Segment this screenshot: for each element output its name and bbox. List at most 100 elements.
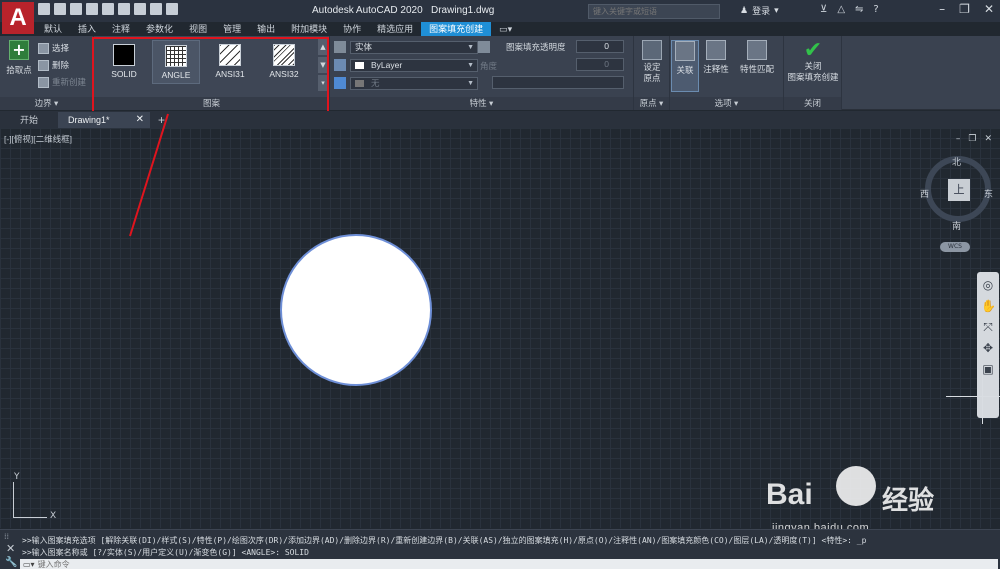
pick-point-button[interactable]: + 拾取点 — [4, 40, 34, 76]
print-icon[interactable] — [134, 3, 146, 15]
color-swatch — [355, 61, 364, 69]
associative-button[interactable]: 关联 — [671, 40, 699, 92]
pattern-swatch-ansi31[interactable]: ANSI31 — [206, 40, 254, 84]
save-icon[interactable] — [70, 3, 82, 15]
new-file-icon[interactable] — [38, 3, 50, 15]
tab-start[interactable]: 开始 — [10, 112, 48, 128]
showmotion-icon[interactable]: ▣ — [981, 362, 995, 376]
solid-pattern-icon — [113, 44, 135, 66]
set-origin-label-2: 原点 — [643, 74, 661, 84]
command-prompt-icon[interactable]: ▭▾ — [20, 560, 38, 569]
command-grip-icon[interactable]: ⁞⁞ — [4, 532, 9, 541]
bg-swatch — [355, 79, 364, 87]
compass-north[interactable]: 北 — [952, 155, 961, 168]
tab-annotate[interactable]: 注释 — [104, 22, 138, 36]
compass-west[interactable]: 西 — [920, 187, 929, 200]
recreate-boundary-button[interactable]: 重新创建 — [38, 76, 86, 88]
app-logo[interactable]: A — [2, 2, 34, 34]
associative-icon — [675, 41, 695, 61]
viewcube-top-face[interactable]: 上 — [948, 179, 970, 201]
wcs-menu[interactable]: WCS — [940, 242, 970, 252]
command-close-icon[interactable]: ✕ — [6, 542, 15, 555]
minimize-icon[interactable]: – — [939, 2, 945, 16]
close-footer: 关闭 — [784, 97, 841, 110]
pattern-swatch-solid[interactable]: SOLID — [100, 40, 148, 84]
remove-boundary-button[interactable]: 删除 — [38, 59, 69, 71]
export-icon[interactable] — [118, 3, 130, 15]
login-label: 登录 — [752, 7, 771, 17]
compass-east[interactable]: 东 — [984, 187, 993, 200]
pattern-swatch-ansi32[interactable]: ANSI32 — [260, 40, 308, 84]
options-footer[interactable]: 选项 ▾ — [670, 97, 783, 110]
scale-field[interactable] — [492, 76, 624, 89]
cart-icon[interactable]: ⊻ — [820, 4, 827, 15]
hatch-color-select[interactable]: ByLayer ▼ — [350, 58, 478, 72]
close-icon[interactable]: ✕ — [984, 2, 994, 16]
boundary-footer[interactable]: 边界 ▾ — [0, 97, 93, 110]
transparency-icon — [478, 41, 490, 53]
tab-options-icon[interactable]: ▭▾ — [491, 22, 520, 36]
search-input[interactable] — [588, 4, 720, 19]
tab-featured-apps[interactable]: 精选应用 — [369, 22, 421, 36]
orbit-icon[interactable]: ✥ — [981, 341, 995, 355]
zoom-extents-icon[interactable]: ⤧ — [981, 320, 995, 334]
tab-output[interactable]: 输出 — [249, 22, 283, 36]
redo-icon[interactable] — [166, 3, 178, 15]
match-properties-button[interactable]: 特性匹配 — [734, 40, 780, 75]
background-color-select[interactable]: 无 ▼ — [350, 76, 478, 90]
viewport-minimize-icon[interactable]: – — [956, 134, 961, 144]
crosshair-horizontal — [946, 396, 1000, 397]
circle-object[interactable] — [280, 234, 432, 386]
exchange-icon[interactable]: ⇋ — [855, 4, 863, 15]
tab-parametric[interactable]: 参数化 — [138, 22, 181, 36]
close-tab-icon[interactable]: ✕ — [136, 112, 144, 128]
command-customize-icon[interactable]: 🔧 — [5, 557, 17, 568]
tab-view[interactable]: 视图 — [181, 22, 215, 36]
viewport-restore-icon[interactable]: ❐ — [968, 134, 976, 144]
expand-gallery-icon[interactable]: ▾ — [318, 75, 328, 91]
origin-footer[interactable]: 原点 ▾ — [634, 97, 669, 110]
pattern-swatch-angle[interactable]: ANGLE — [152, 40, 200, 84]
annotative-button[interactable]: 注释性 — [700, 40, 732, 75]
tab-manage[interactable]: 管理 — [215, 22, 249, 36]
command-history-line-2: >>输入图案名称或 [?/实体(S)/用户定义(U)/渐变色(G)] <ANGL… — [22, 548, 309, 557]
scroll-up-icon[interactable]: ▲ — [318, 39, 328, 55]
hatch-color-icon — [334, 59, 346, 71]
transparency-label: 图案填充透明度 — [506, 42, 566, 52]
command-input[interactable] — [37, 560, 938, 569]
properties-footer[interactable]: 特性 ▾ — [330, 97, 633, 110]
pan-hand-icon[interactable]: ✋ — [981, 299, 996, 313]
set-origin-button[interactable]: 设定 原点 — [638, 40, 666, 85]
ucs-icon: Y X — [10, 472, 56, 521]
open-file-icon[interactable] — [54, 3, 66, 15]
viewport-controls-label[interactable]: [-][俯视][二维线框] — [4, 133, 72, 145]
quick-access-toolbar — [38, 3, 178, 15]
steering-wheel-icon[interactable]: ◎ — [981, 278, 995, 292]
viewport-close-icon[interactable]: ✕ — [984, 134, 992, 144]
select-objects-button[interactable]: 选择 — [38, 42, 69, 54]
file-name: Drawing1.dwg — [430, 5, 495, 16]
close-hatch-creation-button[interactable]: ✔ 关闭 图案填充创建 — [786, 40, 840, 84]
tab-insert[interactable]: 插入 — [70, 22, 104, 36]
new-tab-icon[interactable]: + — [154, 112, 169, 128]
scroll-down-icon[interactable]: ▼ — [318, 57, 328, 73]
tab-collaborate[interactable]: 协作 — [335, 22, 369, 36]
hatch-type-select[interactable]: 实体 ▼ — [350, 40, 478, 54]
restore-icon[interactable]: ❐ — [959, 2, 970, 16]
tab-drawing1[interactable]: Drawing1* ✕ — [58, 112, 151, 128]
tab-addins[interactable]: 附加模块 — [283, 22, 335, 36]
compass-south[interactable]: 南 — [952, 219, 961, 232]
save-as-icon[interactable] — [86, 3, 98, 15]
a360-icon[interactable]: △ — [837, 4, 845, 15]
angle-field[interactable]: 0 — [576, 58, 624, 71]
transparency-field[interactable]: 0 — [576, 40, 624, 53]
login-area[interactable]: ♟ 登录 ▾ — [740, 4, 779, 18]
undo-icon[interactable] — [150, 3, 162, 15]
tab-default[interactable]: 默认 — [36, 22, 70, 36]
pattern-panel: SOLID ANGLE ANSI31 ANSI32 ▲ ▼ ▾ 图案 — [94, 36, 330, 110]
help-icon[interactable]: ? — [873, 4, 878, 15]
web-mobile-icon[interactable] — [102, 3, 114, 15]
close-label-2: 图案填充创建 — [787, 73, 839, 83]
tab-hatch-creation[interactable]: 图案填充创建 — [421, 22, 492, 36]
window-title: Autodesk AutoCAD 2020 Drawing1.dwg — [312, 5, 494, 16]
